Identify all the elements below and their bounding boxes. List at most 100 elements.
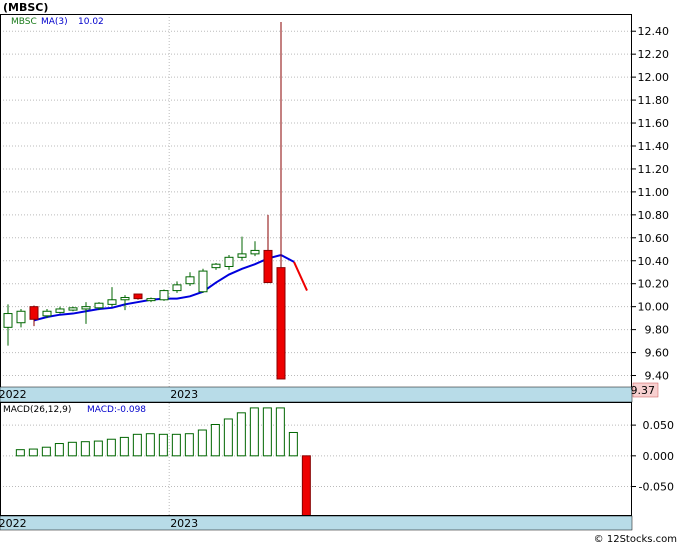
macd-bar [288, 431, 298, 457]
macd-bar [41, 446, 51, 457]
price-tick-label: 11.20 [638, 163, 670, 176]
price-panel-border [0, 14, 632, 388]
macd-tick-label: 0.000 [643, 450, 675, 463]
candle [29, 305, 39, 327]
price-tick-label: 12.40 [638, 25, 670, 38]
candle [133, 293, 143, 300]
price-tick-label: 11.80 [638, 94, 670, 107]
price-tick-label: 9.40 [645, 370, 670, 383]
macd-bar [236, 412, 246, 457]
candle-body [133, 293, 143, 300]
price-tick-label: 10.60 [638, 232, 670, 245]
macd-bar [275, 407, 285, 457]
candle-body [107, 299, 117, 305]
macd-bar [158, 433, 168, 457]
macd-bar [301, 455, 311, 517]
candle [250, 241, 260, 257]
macd-bar [145, 433, 155, 457]
candle-body [185, 276, 195, 285]
candle [211, 263, 221, 270]
price-tick-label: 10.40 [638, 255, 670, 268]
candle-body [42, 310, 52, 317]
candle [3, 304, 13, 346]
macd-bar [210, 423, 220, 457]
ticker-label: MBSC [11, 17, 37, 27]
macd-bar [67, 441, 77, 457]
macd-bars-layer [15, 407, 311, 517]
copyright-footer: © 12Stocks.com [594, 534, 677, 545]
candle-body [263, 249, 273, 284]
candle [172, 281, 182, 293]
candle-body [29, 306, 39, 320]
last-price-label: 9.37 [631, 384, 656, 397]
candle-body [146, 298, 156, 302]
macd-tick-label: 0.050 [643, 419, 675, 432]
candle-body [120, 296, 130, 301]
candles-layer [3, 22, 286, 380]
candle [159, 289, 169, 301]
macd-bar [93, 440, 103, 457]
macd-tick-label: -0.050 [639, 481, 674, 494]
macd-bar [262, 407, 272, 457]
candle-body [250, 249, 260, 255]
macd-value: MACD:-0.098 [87, 405, 146, 415]
price-tick-label: 10.20 [638, 278, 670, 291]
macd-bar [119, 436, 129, 457]
macd-panel-border [0, 402, 632, 516]
candle [146, 297, 156, 303]
candle-body [224, 256, 234, 267]
price-date-label: 2022 [0, 388, 27, 401]
macd-date-label: 2022 [0, 517, 27, 530]
candle [263, 214, 273, 284]
candle [224, 255, 234, 270]
candle-body [172, 284, 182, 292]
candle [107, 287, 117, 307]
macd-bar [171, 433, 181, 457]
macd-bar [80, 441, 90, 457]
candle [81, 302, 91, 324]
macd-bar [28, 448, 38, 457]
macd-bar [197, 429, 207, 457]
price-tick-label: 12.20 [638, 48, 670, 61]
price-tick-label: 11.40 [638, 140, 670, 153]
macd-panel-grid: 0.050 0.000 -0.050 [0, 403, 674, 516]
price-tick-label: 9.60 [645, 347, 670, 360]
price-panel-grid: 9.40 9.60 9.80 10.00 10.20 10.40 10.60 10.80 11.… [0, 14, 669, 387]
candle [68, 306, 78, 312]
price-tick-label: 12.00 [638, 71, 670, 84]
stock-chart: 9.40 9.60 9.80 10.00 10.20 10.40 10.60 10.80 11.… [0, 1, 677, 545]
candle [16, 308, 26, 328]
candle-body [16, 310, 26, 324]
candle-body [81, 306, 91, 310]
macd-date-label: 2023 [170, 517, 198, 530]
candle [120, 295, 130, 311]
macd-bar [249, 407, 259, 457]
candle-body [3, 313, 13, 328]
price-tick-label: 11.60 [638, 117, 670, 130]
candle-body [276, 267, 286, 380]
candle [198, 268, 208, 293]
candle-body [68, 307, 78, 311]
macd-bar [184, 433, 194, 457]
macd-bar [106, 438, 116, 457]
candle [55, 306, 65, 314]
price-tick-label: 9.80 [645, 324, 670, 337]
candle-body [198, 270, 208, 293]
candle [237, 236, 247, 261]
candle-body [159, 290, 169, 301]
macd-bar [15, 449, 25, 457]
candle-body [94, 302, 104, 309]
candle-body [237, 253, 247, 258]
price-date-label: 2023 [170, 388, 198, 401]
candle [185, 272, 195, 287]
macd-title: MACD(26,12,9) [3, 405, 71, 415]
ma-line-down [293, 261, 308, 292]
price-tick-label: 10.00 [638, 301, 670, 314]
price-tick-label: 11.00 [638, 186, 670, 199]
price-tick-label: 10.80 [638, 209, 670, 222]
candle [276, 22, 286, 380]
ma-value: 10.02 [78, 17, 104, 27]
macd-date-strip [0, 515, 633, 531]
candle-body [55, 308, 65, 313]
macd-bar [223, 418, 233, 457]
